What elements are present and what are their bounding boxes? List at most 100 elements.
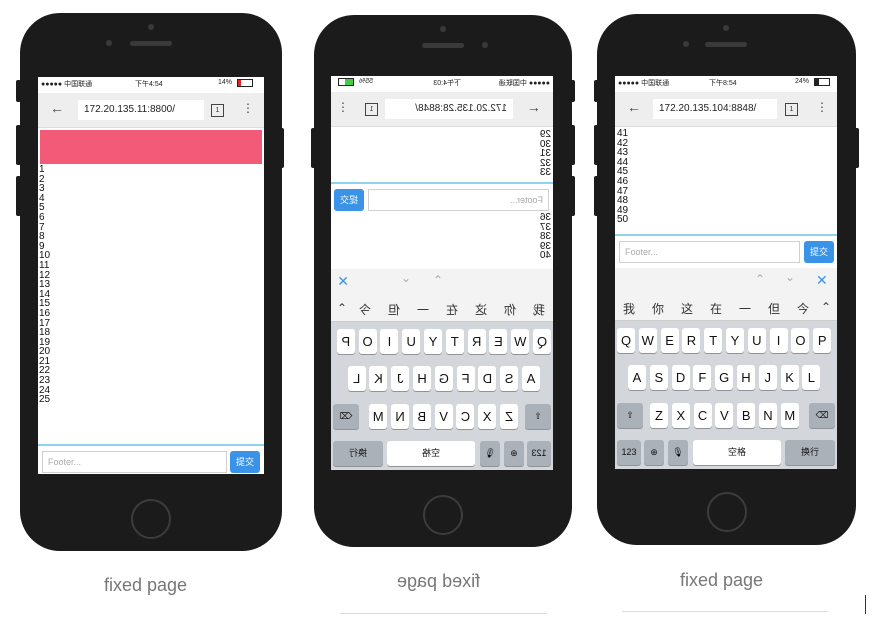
- close-icon[interactable]: ✕: [337, 273, 349, 289]
- key[interactable]: N: [391, 404, 409, 429]
- close-icon[interactable]: ✕: [816, 273, 828, 287]
- tabs-icon[interactable]: 1: [365, 103, 378, 116]
- candidate-item[interactable]: 我: [533, 301, 545, 318]
- key[interactable]: A: [628, 365, 646, 390]
- key[interactable]: J: [758, 365, 777, 390]
- candidate-item[interactable]: 一: [417, 301, 429, 318]
- tabs-icon[interactable]: 1: [211, 104, 224, 117]
- key[interactable]: E: [660, 328, 679, 353]
- candidate-item[interactable]: 你: [652, 300, 664, 317]
- candidate-item[interactable]: 但: [768, 300, 780, 317]
- delete-key[interactable]: ⌫: [809, 403, 835, 428]
- candidate-item[interactable]: 这: [475, 301, 487, 318]
- key[interactable]: A: [522, 366, 540, 391]
- key[interactable]: G: [715, 365, 734, 390]
- up-chevron-icon[interactable]: ⌃: [433, 273, 443, 287]
- key[interactable]: W: [638, 328, 657, 353]
- footer-input[interactable]: Footer...: [368, 189, 549, 211]
- footer-input[interactable]: Footer...: [619, 241, 800, 263]
- key[interactable]: X: [478, 404, 497, 429]
- home-button[interactable]: [423, 495, 463, 535]
- key[interactable]: Q: [617, 328, 635, 353]
- globe-icon[interactable]: ⊕: [504, 441, 524, 466]
- key[interactable]: T: [704, 328, 723, 353]
- menu-dots-icon[interactable]: ⋮: [816, 101, 828, 113]
- key[interactable]: M: [369, 404, 388, 429]
- down-chevron-icon[interactable]: ⌄: [785, 271, 795, 283]
- key[interactable]: K: [780, 365, 799, 390]
- key[interactable]: C: [693, 403, 712, 428]
- submit-button[interactable]: 提交: [334, 189, 364, 211]
- key[interactable]: P: [336, 329, 355, 354]
- space-key[interactable]: 空格: [387, 441, 475, 466]
- shift-key[interactable]: ⇧: [525, 404, 551, 429]
- key[interactable]: J: [391, 366, 410, 391]
- key[interactable]: H: [737, 365, 755, 390]
- home-button[interactable]: [131, 499, 171, 539]
- menu-dots-icon[interactable]: ⋮: [242, 102, 254, 114]
- back-arrow-icon[interactable]: ←: [50, 101, 64, 115]
- candidate-item[interactable]: 今: [797, 300, 809, 317]
- numbers-key[interactable]: 123: [527, 441, 551, 466]
- key[interactable]: B: [737, 403, 756, 428]
- numbers-key[interactable]: 123: [617, 440, 641, 465]
- key[interactable]: B: [412, 404, 431, 429]
- key[interactable]: K: [369, 366, 388, 391]
- key[interactable]: M: [780, 403, 799, 428]
- expand-candidates-icon[interactable]: ⌃: [821, 300, 831, 314]
- candidate-item[interactable]: 今: [359, 301, 371, 318]
- submit-button[interactable]: 提交: [804, 241, 834, 263]
- key[interactable]: O: [358, 329, 377, 354]
- key[interactable]: U: [402, 329, 421, 354]
- key[interactable]: E: [489, 329, 508, 354]
- key[interactable]: V: [434, 404, 453, 429]
- key[interactable]: F: [693, 365, 712, 390]
- key[interactable]: R: [467, 329, 486, 354]
- key[interactable]: R: [682, 328, 701, 353]
- key[interactable]: D: [478, 366, 497, 391]
- key[interactable]: Z: [650, 403, 668, 428]
- key[interactable]: W: [511, 329, 530, 354]
- url-field[interactable]: 172.20.135.11:8800/: [78, 100, 204, 120]
- candidate-item[interactable]: 在: [446, 301, 458, 318]
- key[interactable]: L: [802, 365, 821, 390]
- back-arrow-icon[interactable]: ←: [627, 100, 641, 114]
- down-chevron-icon[interactable]: ⌄: [401, 271, 411, 285]
- candidate-item[interactable]: 你: [504, 301, 516, 318]
- key[interactable]: H: [413, 366, 431, 391]
- key[interactable]: Y: [726, 328, 744, 353]
- key[interactable]: S: [500, 366, 519, 391]
- key[interactable]: F: [456, 366, 475, 391]
- key[interactable]: O: [791, 328, 810, 353]
- space-key[interactable]: 空格: [693, 440, 781, 465]
- key[interactable]: G: [434, 366, 453, 391]
- return-key[interactable]: 换行: [333, 441, 383, 466]
- key[interactable]: Y: [424, 329, 442, 354]
- return-key[interactable]: 换行: [785, 440, 835, 465]
- key[interactable]: N: [759, 403, 777, 428]
- candidate-item[interactable]: 我: [623, 300, 635, 317]
- key[interactable]: D: [671, 365, 690, 390]
- candidate-item[interactable]: 这: [681, 300, 693, 317]
- key[interactable]: X: [671, 403, 690, 428]
- candidate-item[interactable]: 在: [710, 300, 722, 317]
- back-arrow-icon[interactable]: ←: [527, 99, 541, 115]
- key[interactable]: V: [715, 403, 734, 428]
- microphone-icon[interactable]: 🎙: [480, 441, 500, 466]
- menu-dots-icon[interactable]: ⋮: [337, 100, 349, 114]
- microphone-icon[interactable]: 🎙: [668, 440, 688, 465]
- key[interactable]: P: [813, 328, 832, 353]
- key[interactable]: I: [380, 329, 399, 354]
- expand-candidates-icon[interactable]: ⌃: [337, 301, 347, 315]
- submit-button[interactable]: 提交: [230, 451, 260, 473]
- url-field[interactable]: 172.20.135.104:8848/: [653, 99, 777, 119]
- delete-key[interactable]: ⌫: [333, 404, 359, 429]
- candidate-item[interactable]: 但: [388, 301, 400, 318]
- key[interactable]: T: [445, 329, 464, 354]
- tabs-icon[interactable]: 1: [785, 103, 798, 116]
- key[interactable]: I: [769, 328, 788, 353]
- globe-icon[interactable]: ⊕: [644, 440, 664, 465]
- key[interactable]: U: [747, 328, 766, 353]
- url-field[interactable]: 172.20.135.28:8848/: [385, 99, 513, 119]
- home-button[interactable]: [707, 492, 747, 532]
